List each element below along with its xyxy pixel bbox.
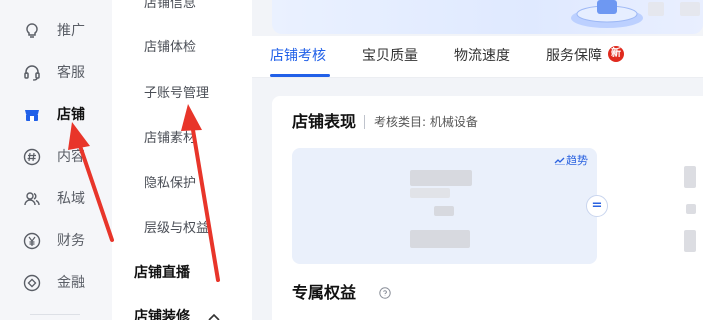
- submenu-item-store-checkup[interactable]: 店铺体检: [144, 40, 196, 56]
- help-icon[interactable]: [379, 287, 391, 299]
- trend-link[interactable]: 趋势: [554, 154, 588, 168]
- store-performance-card: 店铺表现 考核类目: 机械设备 趋势 = 专属权益: [272, 96, 703, 320]
- blurred-value: [410, 170, 472, 186]
- store-icon: [23, 106, 41, 124]
- hashtag-icon: [23, 148, 41, 166]
- headset-icon: [23, 64, 41, 82]
- sidebar-divider: [30, 314, 80, 315]
- submenu-group-store-live[interactable]: 店铺直播: [134, 264, 190, 282]
- sidebar-item-label: 私域: [57, 191, 85, 207]
- submenu-item-store-assets[interactable]: 店铺素材: [144, 131, 196, 147]
- main-content: 店铺考核 宝贝质量 物流速度 服务保障 新 店铺表现 考核类目: 机械设备 趋势…: [252, 0, 703, 320]
- submenu-group-store-decoration[interactable]: 店铺装修: [134, 308, 190, 320]
- tab-store-assessment[interactable]: 店铺考核: [270, 47, 326, 65]
- blurred-value: [684, 166, 696, 188]
- top-banner: [272, 0, 703, 34]
- tab-product-quality[interactable]: 宝贝质量: [362, 47, 418, 65]
- assessment-category: 考核类目: 机械设备: [374, 115, 478, 129]
- exclusive-benefits-title: 专属权益: [292, 283, 357, 302]
- trend-icon: [554, 157, 565, 166]
- submenu-item-subaccount-management[interactable]: 子账号管理: [144, 86, 209, 102]
- sidebar-item-label: 客服: [57, 65, 85, 81]
- sidebar-item-label: 店铺: [57, 107, 85, 123]
- submenu-item-privacy-protection[interactable]: 隐私保护: [144, 176, 196, 192]
- blurred-value: [684, 230, 696, 252]
- sidebar-item-customer-service[interactable]: 客服: [0, 58, 112, 88]
- sidebar-item-label: 推广: [57, 23, 85, 39]
- blurred-text: [648, 2, 664, 16]
- coin-icon: [23, 274, 41, 292]
- users-icon: [23, 190, 41, 208]
- new-badge: 新: [608, 46, 624, 62]
- blurred-value: [410, 230, 470, 248]
- blurred-value: [410, 188, 450, 198]
- tab-bar: 店铺考核 宝贝质量 物流速度 服务保障: [252, 36, 703, 78]
- card-title: 店铺表现: [292, 112, 357, 131]
- trend-label: 趋势: [566, 154, 588, 167]
- submenu-item-store-info[interactable]: 店铺信息: [144, 0, 196, 12]
- title-divider: [364, 115, 365, 129]
- sidebar-item-content[interactable]: 内容: [0, 142, 112, 172]
- tab-logistics-speed[interactable]: 物流速度: [454, 47, 510, 65]
- blurred-value: [686, 204, 696, 214]
- sidebar-item-label: 内容: [57, 149, 85, 165]
- sidebar-item-promotion[interactable]: 推广: [0, 16, 112, 46]
- equals-symbol: =: [586, 195, 608, 217]
- sidebar-item-financing[interactable]: 金融: [0, 268, 112, 298]
- blurred-value: [434, 206, 454, 216]
- active-tab-indicator: [270, 74, 330, 77]
- chevron-up-icon[interactable]: [208, 313, 220, 320]
- metric-panel: 趋势: [292, 148, 597, 264]
- sidebar-item-finance[interactable]: 财务: [0, 226, 112, 256]
- store-submenu: 店铺信息 店铺体检 子账号管理 店铺素材 隐私保护 层级与权益 店铺直播 店铺装…: [112, 0, 252, 320]
- blurred-text: [680, 2, 700, 16]
- sidebar-item-private-domain[interactable]: 私域: [0, 184, 112, 214]
- sidebar-item-label: 金融: [57, 275, 85, 291]
- left-sidebar: 推广 客服 店铺 内容 私域 财务 金融: [0, 0, 112, 320]
- shield-illustration-icon: [571, 0, 643, 28]
- lightbulb-icon: [23, 22, 41, 40]
- sidebar-item-store[interactable]: 店铺: [0, 100, 112, 130]
- yen-icon: [23, 232, 41, 250]
- tab-service-guarantee[interactable]: 服务保障: [546, 47, 602, 65]
- sidebar-item-label: 财务: [57, 233, 85, 249]
- submenu-item-tier-benefits[interactable]: 层级与权益: [144, 221, 209, 237]
